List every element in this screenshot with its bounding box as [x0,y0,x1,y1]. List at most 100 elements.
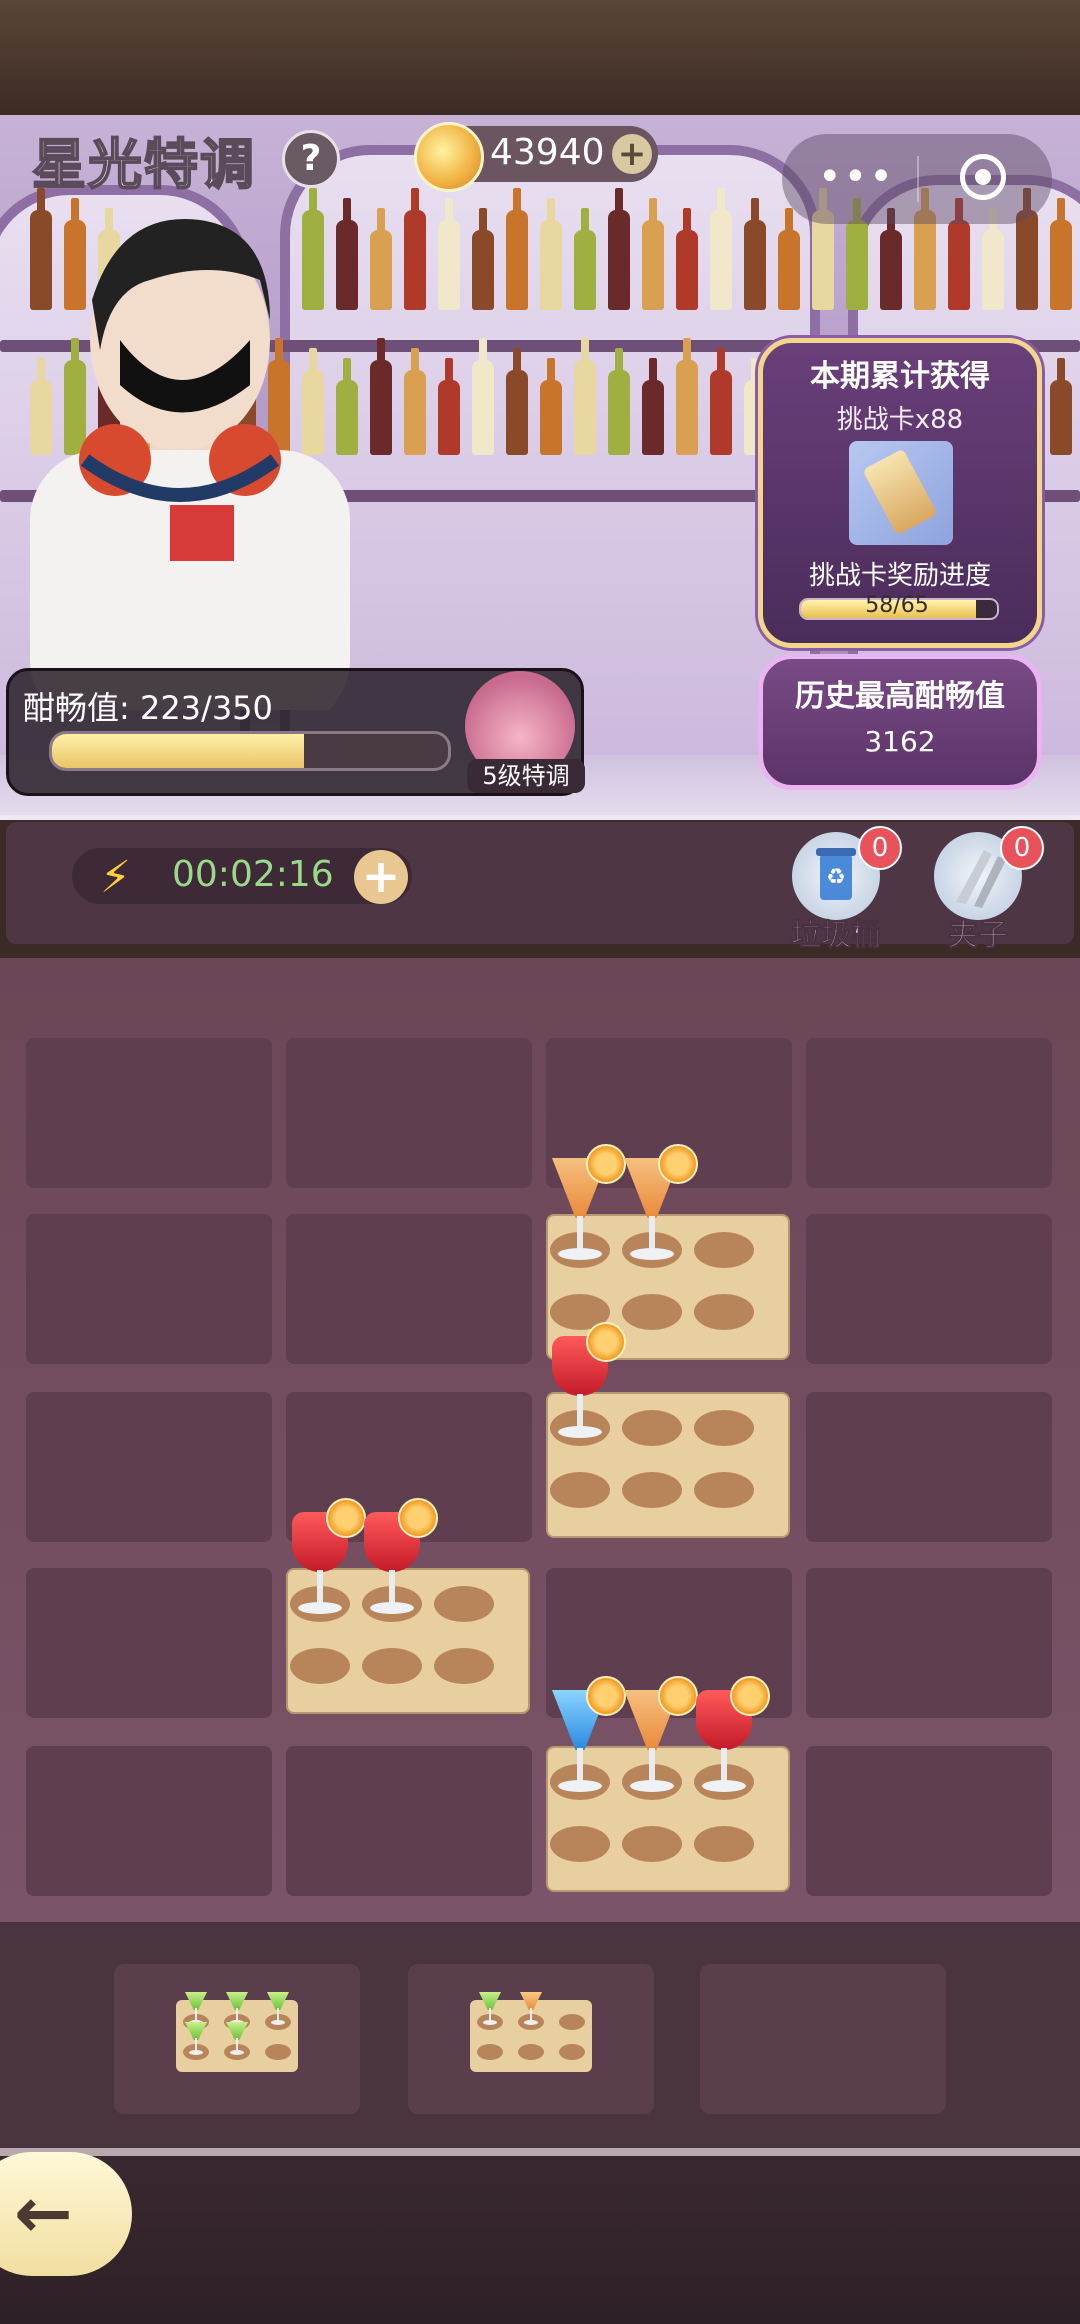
clip-tool[interactable]: 夹子 0 [928,826,1044,954]
bottle [710,348,732,455]
bottle [914,188,936,310]
meter-label: 酣畅值: 223/350 [23,689,273,727]
green-cocktail-glass [226,2022,248,2056]
cocktail-tray[interactable] [286,1498,530,1714]
trash-count-badge: 0 [858,826,902,870]
board-cell-empty[interactable] [286,1746,532,1896]
bottle [778,208,800,310]
tray-slot [265,2044,291,2060]
timer-value: 00:02:16 [172,854,334,895]
bottle [846,198,868,310]
bottle [676,208,698,310]
orange-cocktail-glass [520,1992,542,2026]
green-cocktail-glass [185,2022,207,2056]
tray-slot [622,1472,682,1508]
bottle [438,198,460,310]
meter-bar [49,731,451,771]
bar-counter [0,815,1080,820]
reward-progress-label: 挑战卡奖励进度 [808,561,991,591]
green-cocktail-glass [267,1992,289,2026]
bottle [744,198,766,310]
shirt-logo [170,505,234,561]
back-button[interactable]: ← [0,2152,132,2276]
period-reward-panel[interactable]: 本期累计获得 挑战卡x88 挑战卡奖励进度 58/65 [758,338,1042,648]
bottle [438,358,460,455]
target-icon[interactable] [960,154,1006,200]
trash-tool[interactable]: ♻ 垃圾桶 0 [786,826,902,954]
capsule-divider [917,156,919,202]
clip-count-badge: 0 [1000,826,1044,870]
more-menu-icon[interactable]: ••• [818,154,895,200]
tray-slot [694,1294,754,1330]
board-cell-empty[interactable] [286,1038,532,1188]
bottle [880,208,902,310]
drink-level-badge: 5级特调 [467,759,585,793]
bottle [1050,198,1072,310]
pending-slot[interactable] [700,1964,946,2114]
help-button[interactable]: ? [282,130,340,188]
game-board [0,958,1080,1922]
tray-slot [550,1472,610,1508]
bottle [404,188,426,310]
back-arrow-icon: ← [14,2172,73,2254]
tray-slot [622,1294,682,1330]
bottle [1016,188,1038,310]
board-cell-empty[interactable] [806,1392,1052,1542]
pending-slot[interactable] [114,1964,360,2114]
reward-item: 挑战卡x88 [836,405,964,435]
tray-slot [622,1826,682,1862]
add-coins-button[interactable]: + [612,134,652,174]
board-cell-empty[interactable] [26,1392,272,1542]
board-cell-empty[interactable] [26,1746,272,1896]
bottle [540,358,562,455]
tray-slot [477,2044,503,2060]
board-cell-empty[interactable] [806,1568,1052,1718]
clip-label: 夹子 [948,918,1009,954]
challenge-card-icon [849,441,953,545]
reward-title: 本期累计获得 [810,359,990,394]
bottle [982,208,1004,310]
game-title: 星光特调 [31,132,256,197]
tray-slot [694,1826,754,1862]
tray-slot [518,2044,544,2060]
bottle [642,358,664,455]
add-energy-button[interactable]: + [354,850,408,904]
board-cell-empty[interactable] [286,1214,532,1364]
coin-counter: 43940 + [414,122,658,192]
history-title: 历史最高酣畅值 [795,679,1005,714]
bottle [1050,358,1072,455]
bottle [676,338,698,455]
tray-slot [550,1826,610,1862]
bottle [574,338,596,455]
tray-slot [694,1410,754,1446]
blue-cocktail-glass [548,1676,626,1800]
cocktail-tray[interactable] [546,1322,790,1538]
cocktail-tray[interactable] [546,1676,790,1892]
tray-slot [290,1648,350,1684]
pending-tray-area [0,1922,1080,2148]
bottle [472,208,494,310]
bottle [540,198,562,310]
orange-cocktail-glass [548,1144,626,1268]
board-cell-empty[interactable] [806,1214,1052,1364]
green-cocktail-glass [226,1992,248,2026]
bottle [404,348,426,455]
reward-progress-text: 58/65 [865,593,929,618]
board-cell-empty[interactable] [806,1038,1052,1188]
tray-slot [434,1648,494,1684]
board-cell-empty[interactable] [26,1038,272,1188]
red-cocktail-glass [360,1498,438,1622]
board-cell-empty[interactable] [806,1746,1052,1896]
svg-text:♻: ♻ [826,865,846,890]
board-cell-empty[interactable] [26,1568,272,1718]
board-cell-empty[interactable] [26,1214,272,1364]
bottle [642,198,664,310]
history-best-panel[interactable]: 历史最高酣畅值 3162 [758,654,1042,790]
pending-slot[interactable] [408,1964,654,2114]
bottom-bar [0,2148,1080,2324]
coin-icon [414,122,484,192]
mini-program-capsule: ••• [782,134,1052,224]
red-cocktail-glass [692,1676,770,1800]
orange-cocktail-glass [620,1676,698,1800]
green-cocktail-glass [185,1992,207,2026]
